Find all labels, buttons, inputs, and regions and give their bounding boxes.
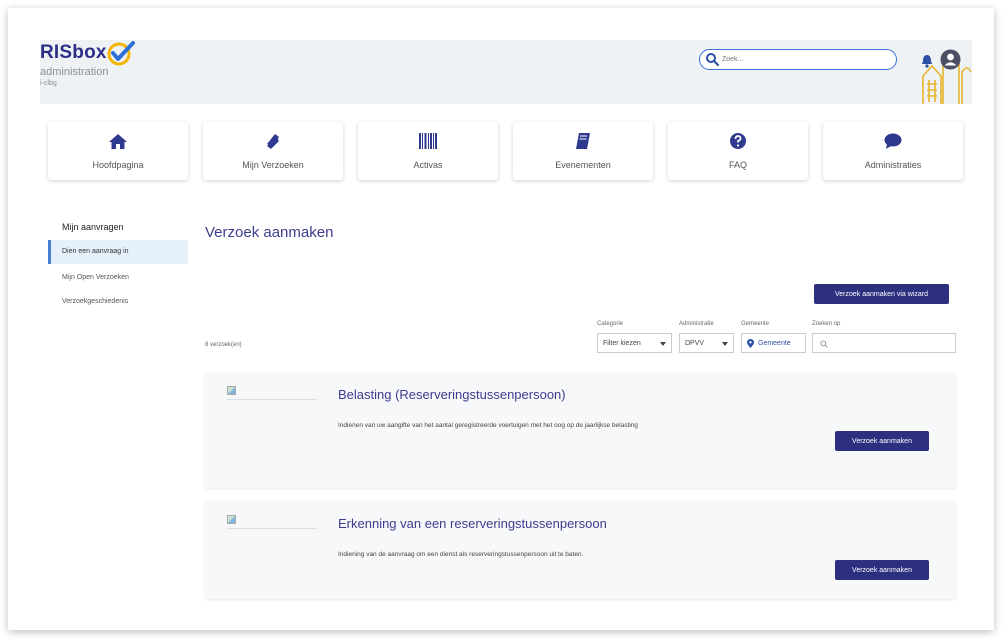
administration-filter-label: Administratie (679, 321, 714, 327)
administration-filter-select[interactable]: DPVV (679, 333, 734, 353)
brand-logo[interactable]: RISbox administration i-clbg (40, 41, 135, 87)
nav-tile-home[interactable]: Hoofdpagina (48, 122, 188, 180)
bell-icon[interactable] (921, 54, 933, 68)
user-avatar-icon[interactable] (940, 49, 961, 70)
broken-image-icon (227, 386, 236, 395)
search-by-input[interactable] (812, 333, 956, 353)
nav-tile-label: Administraties (864, 160, 922, 170)
create-via-wizard-button[interactable]: Verzoek aanmaken via wizard (814, 284, 949, 304)
municipality-filter-value: Gemeente (758, 340, 791, 347)
create-request-button[interactable]: Verzoek aanmaken (835, 560, 929, 580)
brand-tenant: i-clbg (40, 80, 57, 87)
nav-tile-requests[interactable]: Mijn Verzoeken (203, 122, 343, 180)
nav-tile-assets[interactable]: Activas (358, 122, 498, 180)
nav-tile-label: Mijn Verzoeken (242, 160, 304, 170)
request-card: Erkenning van een reserveringstussenpers… (205, 501, 956, 599)
sidebar-item-request-history[interactable]: Verzoekgeschiedenis (48, 290, 188, 314)
request-count: 8 verzoek(en) (205, 342, 242, 348)
municipality-filter-label: Gemeente (741, 321, 770, 327)
card-title: Belasting (Reserveringstussenpersoon) (338, 387, 566, 402)
ticket-icon (267, 134, 279, 149)
nav-tile-label: Evenementen (555, 160, 611, 170)
administration-filter-value: DPVV (685, 340, 705, 347)
request-card: Belasting (Reserveringstussenpersoon) In… (205, 372, 956, 488)
sidebar-item-open-requests[interactable]: Mijn Open Verzoeken (48, 266, 188, 290)
search-icon (820, 340, 828, 348)
create-request-button[interactable]: Verzoek aanmaken (835, 431, 929, 451)
nav-tile-events[interactable]: Evenementen (513, 122, 653, 180)
sidebar-title: Mijn aanvragen (62, 222, 124, 232)
barcode-icon (419, 133, 437, 149)
sidebar-item-submit-request[interactable]: Dien een aanvraag in (48, 240, 188, 264)
nav-tile-label: Hoofdpagina (92, 160, 144, 170)
brand-subtitle: administration (40, 66, 109, 78)
main-nav: Hoofdpagina Mijn Verzoeken Activas Evene… (40, 122, 972, 180)
brand-name: RISbox (40, 42, 107, 63)
nav-tile-label: Activas (413, 160, 443, 170)
page-title: Verzoek aanmaken (205, 224, 334, 241)
checkmark-logo-icon (107, 41, 135, 66)
card-title: Erkenning van een reserveringstussenpers… (338, 516, 607, 531)
search-icon[interactable] (705, 52, 719, 66)
category-filter-value: Filter kiezen (603, 340, 641, 347)
category-filter-select[interactable]: Filter kiezen (597, 333, 672, 353)
top-header: RISbox administration i-clbg (40, 40, 972, 104)
nav-tile-faq[interactable]: FAQ (668, 122, 808, 180)
card-image (227, 515, 317, 529)
card-image (227, 386, 317, 400)
nav-tile-label: FAQ (728, 160, 747, 170)
broken-image-icon (227, 515, 236, 524)
municipality-filter-button[interactable]: Gemeente (741, 333, 806, 353)
question-icon (730, 133, 746, 149)
chevron-down-icon (660, 342, 666, 346)
search-by-label: Zoeken op (812, 321, 841, 327)
book-icon (576, 133, 590, 149)
nav-tile-administrations[interactable]: Administraties (823, 122, 963, 180)
chat-icon (884, 133, 902, 149)
card-description: Indiening van de aanvraag om een dienst … (338, 551, 584, 558)
category-filter-label: Categorie (597, 321, 624, 327)
location-pin-icon (747, 339, 754, 348)
chevron-down-icon (722, 342, 728, 346)
home-icon (109, 134, 127, 149)
card-description: Indienen van uw aangifte van het aantal … (338, 422, 638, 429)
